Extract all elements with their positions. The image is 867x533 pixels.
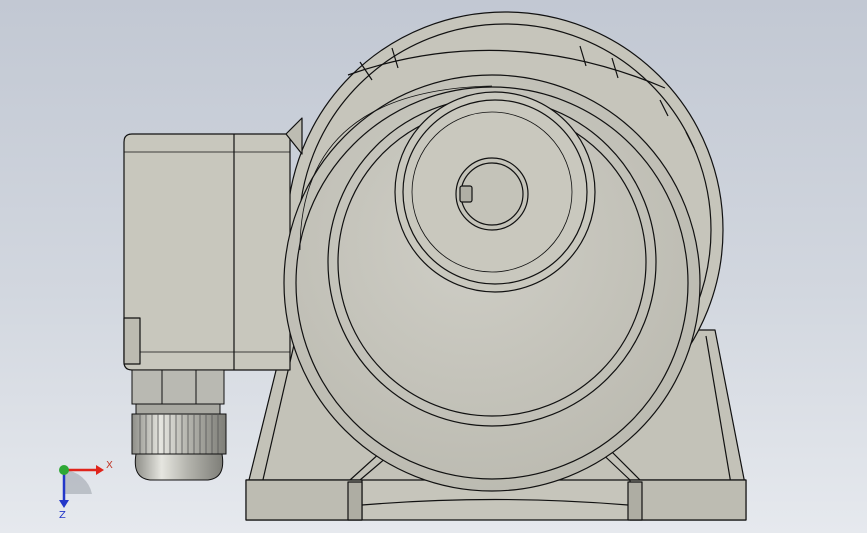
output-shaft[interactable] bbox=[455, 157, 529, 231]
triad-plane-shading bbox=[64, 470, 92, 494]
z-axis-label: Z bbox=[59, 510, 66, 521]
y-axis-dot bbox=[59, 465, 69, 475]
x-axis-label: X bbox=[106, 460, 113, 471]
graphics-viewport[interactable]: X Z bbox=[0, 0, 867, 533]
cable-gland[interactable] bbox=[131, 369, 227, 481]
orientation-triad: X Z bbox=[44, 452, 124, 522]
terminal-box[interactable] bbox=[123, 117, 303, 371]
motor-model[interactable] bbox=[0, 0, 867, 533]
